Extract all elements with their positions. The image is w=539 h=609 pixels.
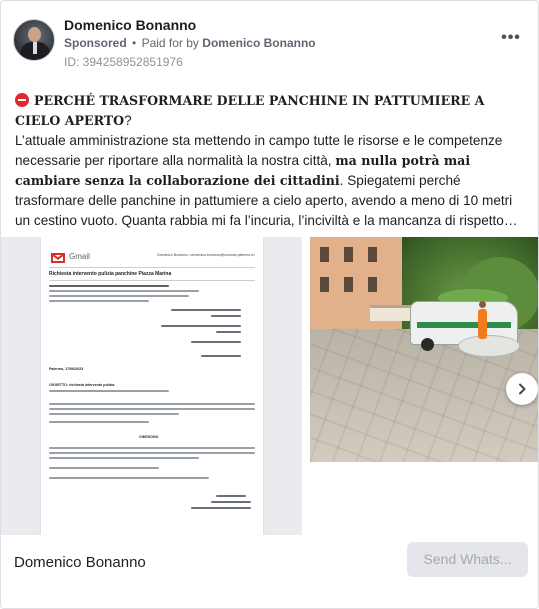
doc-text-line: [49, 300, 149, 302]
doc-place-date: Palermo, 17/06/2023: [49, 367, 84, 371]
truck-wheel: [421, 338, 434, 351]
ad-header: Domenico Bonanno Sponsored • Paid for by…: [13, 13, 528, 73]
doc-signature-line: [191, 507, 251, 509]
payer-name: Domenico Bonanno: [202, 36, 316, 50]
sponsored-label: Sponsored: [64, 36, 127, 50]
carousel-slide-document[interactable]: Gmail Domenico Bonanno <domenico.bonanno…: [1, 237, 302, 535]
doc-text-line: [49, 403, 255, 405]
doc-recipient-line: [161, 325, 241, 327]
photo-window: [368, 277, 377, 292]
doc-recipient-line: [201, 355, 241, 357]
doc-recipient-line: [216, 331, 241, 333]
gmail-logo-icon: [51, 253, 65, 263]
more-dots-icon[interactable]: •••: [500, 30, 522, 49]
truck-stripe: [417, 322, 511, 328]
paid-for-prefix: Paid for by: [141, 36, 199, 50]
doc-oggetto: OGGETTO: richiesta intervento pulizia: [49, 383, 115, 387]
doc-text-line: [49, 285, 169, 287]
email-document-image: Gmail Domenico Bonanno <domenico.bonanno…: [41, 237, 263, 535]
doc-text-line: [49, 467, 159, 469]
photo-worker: [478, 301, 487, 339]
doc-sender-email: Domenico Bonanno <domenico.bonanno@comun…: [157, 253, 255, 257]
photo-window: [344, 277, 353, 292]
chevron-right-icon: [519, 383, 526, 395]
image-carousel[interactable]: Gmail Domenico Bonanno <domenico.bonanno…: [1, 237, 538, 535]
photo-window: [320, 277, 329, 292]
doc-divider: [49, 280, 255, 281]
post-headline: PERCHÉ TRASFORMARE DELLE PANCHINE IN PAT…: [15, 93, 485, 128]
carousel-slide-photo[interactable]: [310, 237, 538, 462]
doc-subject: Richiesta intervento pulizia panchine Pi…: [49, 271, 172, 277]
doc-text-line: [49, 408, 255, 410]
gmail-wordmark: Gmail: [69, 252, 90, 261]
no-entry-icon: [15, 93, 29, 107]
doc-text-line: [49, 413, 179, 415]
advertiser-name[interactable]: Domenico Bonanno: [64, 17, 196, 33]
doc-text-line: [49, 390, 169, 392]
doc-signature-line: [211, 501, 251, 503]
photo-bench-planter: [458, 335, 520, 357]
photo-window: [320, 247, 329, 262]
doc-chiedono: CHIEDONO: [139, 435, 159, 439]
doc-text-line: [49, 447, 255, 449]
doc-text-line: [49, 290, 199, 292]
sponsored-line: Sponsored • Paid for by Domenico Bonanno: [64, 36, 316, 50]
doc-text-line: [49, 421, 149, 423]
photo-window: [368, 247, 377, 262]
doc-text-line: [49, 477, 209, 479]
meta-separator: •: [132, 36, 137, 50]
carousel-next-button[interactable]: [506, 373, 538, 405]
footer-advertiser-name: Domenico Bonanno: [14, 554, 146, 571]
avatar-head: [28, 27, 41, 42]
photo-window: [344, 247, 353, 262]
ad-id: ID: 394258952851976: [64, 55, 183, 69]
ad-footer: Domenico Bonanno Send Whats...: [1, 535, 538, 608]
doc-recipient-line: [191, 341, 241, 343]
send-whatsapp-button[interactable]: Send Whats...: [407, 542, 528, 577]
doc-recipient-line: [171, 309, 241, 311]
avatar-tie: [33, 42, 37, 54]
carousel-slide-footer-space: [310, 462, 538, 535]
worker-head: [479, 301, 486, 308]
doc-text-line: [49, 457, 199, 459]
ad-card: Domenico Bonanno Sponsored • Paid for by…: [0, 0, 539, 609]
doc-text-line: [49, 452, 255, 454]
doc-recipient-line: [211, 315, 241, 317]
avatar[interactable]: [13, 19, 55, 61]
doc-divider: [49, 267, 255, 268]
post-headline-end: ?: [124, 113, 132, 128]
doc-signature-line: [216, 495, 246, 497]
post-text: PERCHÉ TRASFORMARE DELLE PANCHINE IN PAT…: [15, 91, 529, 231]
doc-text-line: [49, 295, 189, 297]
